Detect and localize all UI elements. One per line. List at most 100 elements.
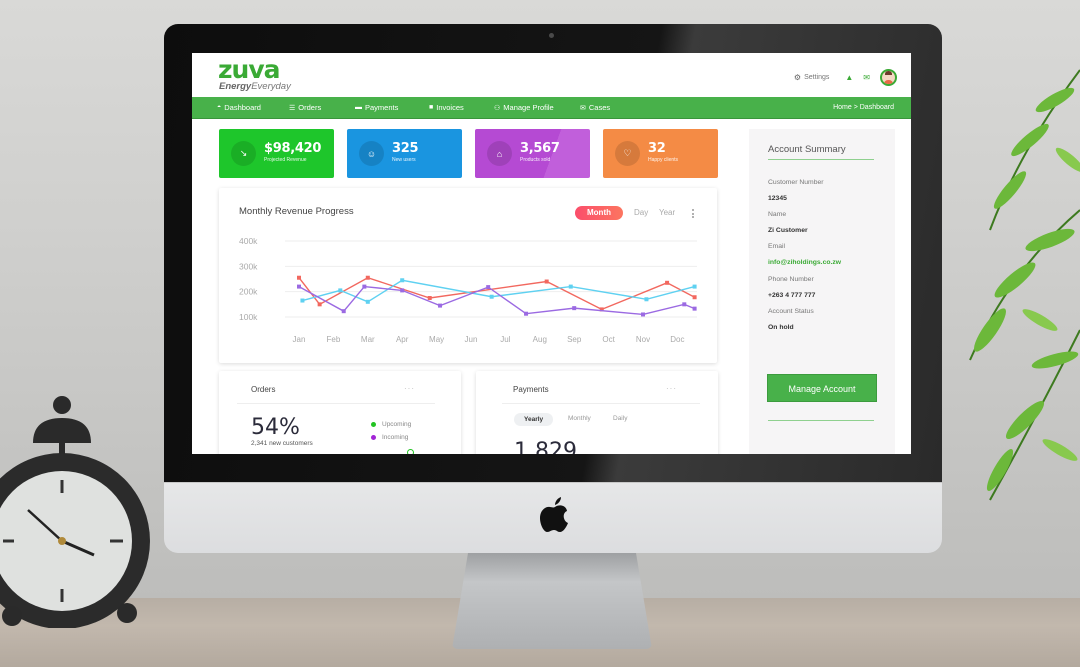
- x-tick-label: Mar: [361, 335, 375, 344]
- field-label-name: Name: [768, 211, 787, 218]
- data-point: [300, 298, 305, 303]
- field-value-customer-number: 12345: [768, 195, 787, 202]
- nav-label: Cases: [588, 103, 611, 112]
- nav-label: Invoices: [436, 103, 464, 112]
- data-point: [341, 309, 346, 314]
- x-tick-label: Jun: [465, 335, 478, 344]
- main-nav: ◓ Dashboard ☰ Orders ▬ Payments ■ Invoic…: [192, 97, 911, 119]
- monitor-stand: [452, 553, 652, 649]
- data-point: [438, 303, 443, 308]
- series-line: [298, 285, 695, 316]
- x-tick-label: Feb: [327, 335, 341, 344]
- mail-icon[interactable]: ✉: [863, 73, 870, 82]
- data-point: [317, 302, 322, 307]
- users-icon: ⚇: [494, 104, 501, 112]
- gear-icon: ⚙: [793, 73, 802, 82]
- card-icon: ▬: [355, 104, 362, 111]
- field-label-account-status: Account Status: [768, 308, 814, 315]
- nav-label: Dashboard: [224, 103, 261, 112]
- dashboard-icon: ◓: [217, 104, 222, 111]
- nav-item-payments[interactable]: ▬ Payments: [355, 103, 429, 112]
- email-link[interactable]: info@ziholdings.co.zw: [768, 259, 841, 266]
- more-options-icon[interactable]: ···: [666, 384, 677, 393]
- field-label-phone: Phone Number: [768, 276, 814, 283]
- more-options-icon[interactable]: ···: [404, 384, 415, 393]
- account-status-value: On hold: [768, 324, 794, 331]
- revenue-chart-card: Monthly Revenue Progress Month Day Year …: [219, 188, 717, 363]
- stat-value: 325: [392, 141, 419, 156]
- avatar[interactable]: [880, 69, 897, 86]
- x-tick-label: Aug: [533, 335, 547, 344]
- invoice-icon: ■: [429, 104, 434, 111]
- x-tick-label: Apr: [396, 335, 409, 344]
- data-point: [400, 278, 405, 283]
- data-point: [692, 295, 697, 300]
- legend-incoming: Incoming: [371, 434, 408, 441]
- user-icon: ☺: [359, 141, 384, 166]
- x-tick-label: Oct: [602, 335, 615, 344]
- data-point: [362, 284, 367, 289]
- stat-label: Projected Revenue: [264, 157, 307, 163]
- settings-link[interactable]: ⚙ Settings: [794, 73, 829, 82]
- dashboard-screen: zuva EnergyEveryday ⚙ Settings ▲ ✉ ◓ Das…: [192, 53, 911, 454]
- nav-item-dashboard[interactable]: ◓ Dashboard: [217, 103, 289, 112]
- manage-account-button[interactable]: Manage Account: [767, 374, 877, 402]
- apple-logo-icon: [540, 497, 568, 532]
- stat-card-users[interactable]: ☺ 325 New users: [347, 129, 462, 178]
- x-tick-label: Sep: [567, 335, 582, 344]
- stat-label: Happy clients: [648, 157, 679, 163]
- stat-label: Products sold: [520, 157, 551, 163]
- stat-value: 32: [648, 141, 666, 156]
- stat-card-revenue[interactable]: ↘ $98,420 Projected Revenue: [219, 129, 334, 178]
- payments-value: 1,829: [514, 439, 577, 454]
- field-label-customer-number: Customer Number: [768, 179, 824, 186]
- nav-label: Orders: [298, 103, 322, 112]
- clock-decoration: [0, 396, 150, 628]
- y-tick-label: 100k: [239, 312, 258, 322]
- data-point: [572, 306, 577, 311]
- logo-wordmark: zuva: [218, 55, 281, 84]
- data-point: [544, 279, 549, 284]
- nav-label: Payments: [365, 103, 399, 112]
- logo-tagline: EnergyEveryday: [219, 82, 291, 92]
- legend-upcoming: Upcoming: [371, 421, 411, 428]
- nav-item-invoices[interactable]: ■ Invoices: [429, 103, 494, 112]
- plant-decoration: [969, 69, 1080, 501]
- nav-item-cases[interactable]: ✉ Cases: [580, 103, 610, 112]
- data-point: [568, 284, 573, 289]
- cart-icon: ☰: [289, 104, 296, 112]
- breadcrumb[interactable]: Home > Dashboard: [833, 104, 894, 111]
- stat-card-products[interactable]: ⌂ 3,567 Products sold: [475, 129, 590, 178]
- nav-item-manage-profile[interactable]: ⚇ Manage Profile: [494, 103, 580, 112]
- nav-item-orders[interactable]: ☰ Orders: [289, 103, 355, 112]
- data-point: [338, 288, 343, 293]
- legend-dot: [371, 435, 376, 440]
- tagline-bold: Energy: [219, 81, 252, 92]
- data-point: [365, 299, 370, 304]
- zuva-logo[interactable]: zuva EnergyEveryday: [218, 57, 291, 92]
- heart-icon: ♡: [615, 141, 640, 166]
- nav-label: Manage Profile: [503, 103, 554, 112]
- chart-icon: ↘: [231, 141, 256, 166]
- payments-card: Payments ··· Yearly Monthly Daily 1,829: [476, 371, 718, 454]
- tab-monthly[interactable]: Monthly: [568, 415, 591, 422]
- legend-label: Upcoming: [382, 421, 412, 428]
- orders-card: Orders ··· 54% 2,341 new customers Upcom…: [219, 371, 461, 454]
- stat-value: $98,420: [264, 141, 322, 156]
- stat-card-clients[interactable]: ♡ 32 Happy clients: [603, 129, 718, 178]
- orders-title: Orders: [251, 385, 276, 394]
- data-point: [297, 284, 301, 289]
- y-tick-label: 400k: [239, 236, 258, 246]
- data-point: [486, 285, 491, 290]
- data-point: [665, 280, 670, 285]
- bag-icon: ⌂: [487, 141, 512, 166]
- webcam: [549, 33, 554, 38]
- revenue-line-chart: 100k 200k 300k 400k Jan Feb Mar Apr May Jun Jul Aug…: [239, 236, 697, 344]
- data-point: [641, 312, 645, 317]
- tab-daily[interactable]: Daily: [613, 415, 627, 422]
- header-actions: ⚙ Settings ▲ ✉: [794, 69, 897, 86]
- bell-icon[interactable]: ▲: [845, 73, 853, 82]
- legend-label: Incoming: [382, 434, 409, 441]
- data-point: [682, 302, 687, 307]
- tab-yearly[interactable]: Yearly: [514, 413, 554, 426]
